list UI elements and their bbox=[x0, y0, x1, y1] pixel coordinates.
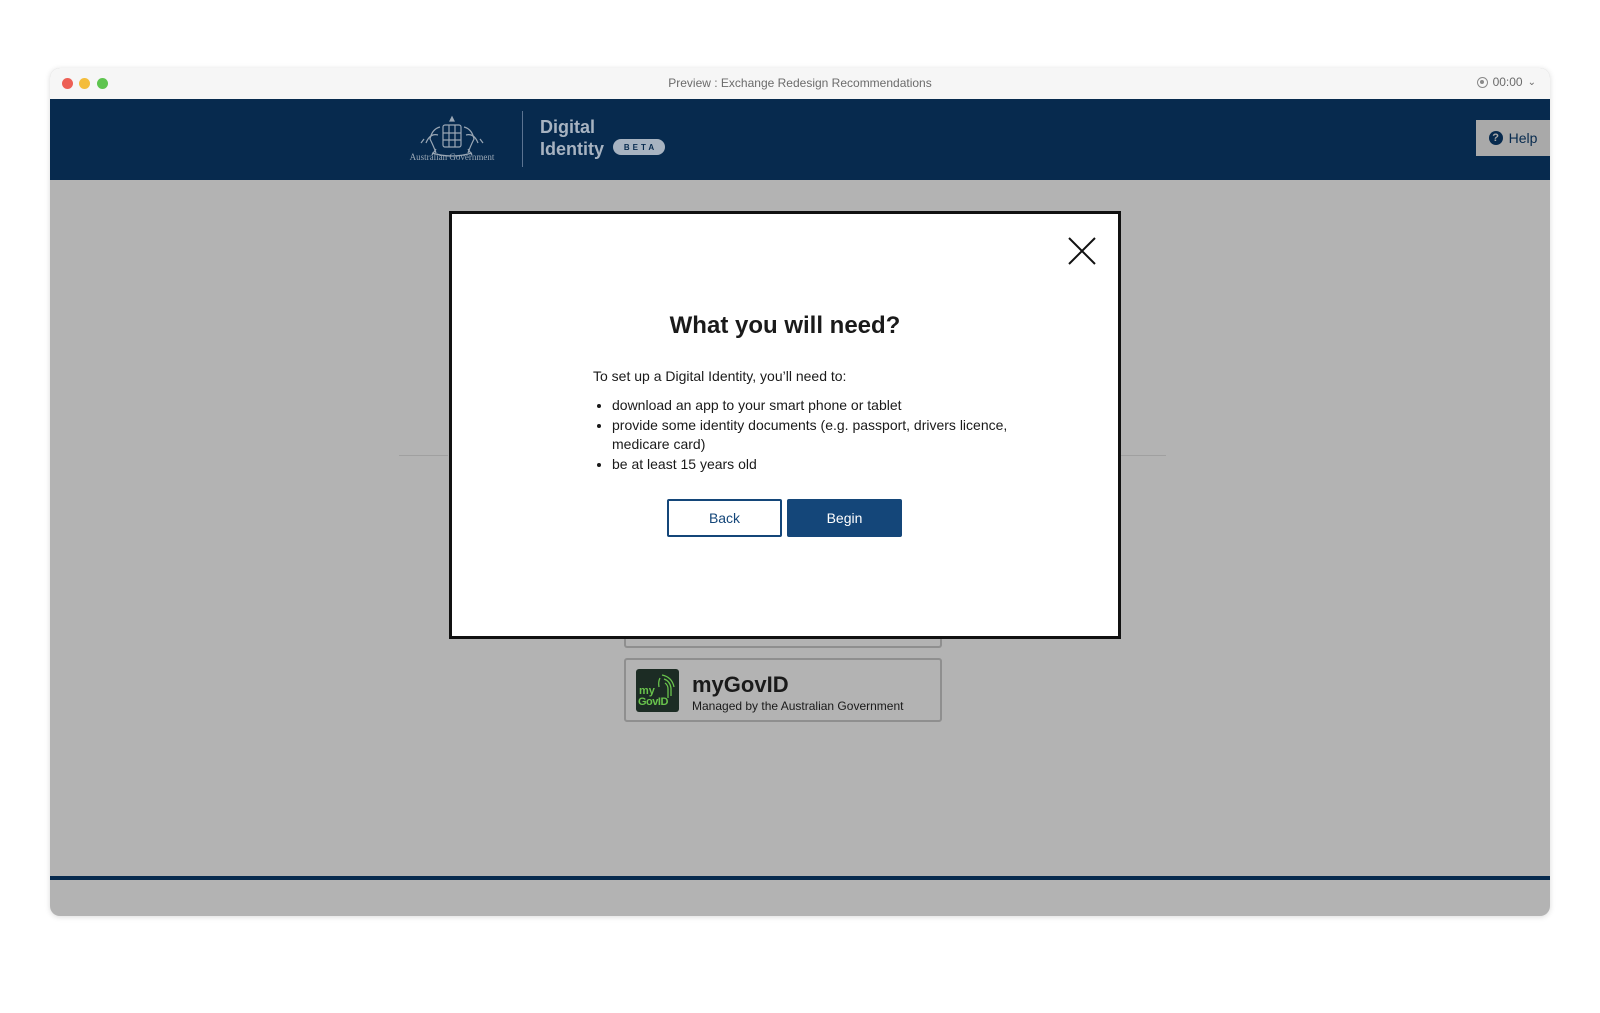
chevron-down-icon: ⌄ bbox=[1527, 76, 1536, 88]
list-item: download an app to your smart phone or t… bbox=[612, 396, 1052, 416]
divider-line bbox=[1121, 455, 1166, 456]
logo-text-govid: GovID bbox=[638, 696, 668, 708]
footer-bar bbox=[50, 876, 1550, 880]
recorder-control[interactable]: 00:00 ⌄ bbox=[1476, 75, 1536, 89]
site-header: Australian Government Digital Identity B… bbox=[50, 99, 1550, 180]
header-divider bbox=[522, 111, 523, 167]
provider-subtitle: Managed by the Australian Government bbox=[692, 699, 904, 713]
provider-name: myGovID bbox=[692, 672, 789, 697]
beta-badge: BETA bbox=[613, 139, 665, 155]
brand-title[interactable]: Digital Identity bbox=[540, 116, 604, 160]
question-icon: ? bbox=[1488, 131, 1503, 145]
gov-name: Australian Government bbox=[409, 152, 495, 162]
back-button[interactable]: Back bbox=[667, 499, 782, 537]
record-icon bbox=[1476, 76, 1488, 88]
modal-title: What you will need? bbox=[669, 312, 901, 339]
list-item: provide some identity documents (e.g. pa… bbox=[612, 416, 1052, 455]
list-item: be at least 15 years old bbox=[612, 455, 1052, 475]
help-button[interactable]: ? Help bbox=[1476, 120, 1550, 156]
mygovid-logo: my GovID bbox=[636, 669, 679, 712]
requirements-list: download an app to your smart phone or t… bbox=[593, 396, 1052, 474]
close-icon[interactable] bbox=[1066, 235, 1098, 267]
begin-button[interactable]: Begin bbox=[787, 499, 902, 537]
requirements-modal: What you will need? To set up a Digital … bbox=[449, 211, 1121, 639]
window-titlebar: Preview : Exchange Redesign Recommendati… bbox=[50, 68, 1550, 100]
help-label: Help bbox=[1508, 130, 1538, 146]
brand-line-2: Identity bbox=[540, 139, 605, 159]
browser-window: Preview : Exchange Redesign Recommendati… bbox=[50, 68, 1550, 916]
modal-intro: To set up a Digital Identity, you’ll nee… bbox=[593, 368, 847, 384]
window-title: Preview : Exchange Redesign Recommendati… bbox=[668, 76, 932, 90]
divider-line bbox=[399, 455, 448, 456]
brand-line-1: Digital bbox=[540, 117, 596, 137]
recorder-time: 00:00 bbox=[1492, 75, 1523, 89]
provider-card-mygovid[interactable]: my GovID myGovID Managed by the Australi… bbox=[624, 658, 942, 722]
